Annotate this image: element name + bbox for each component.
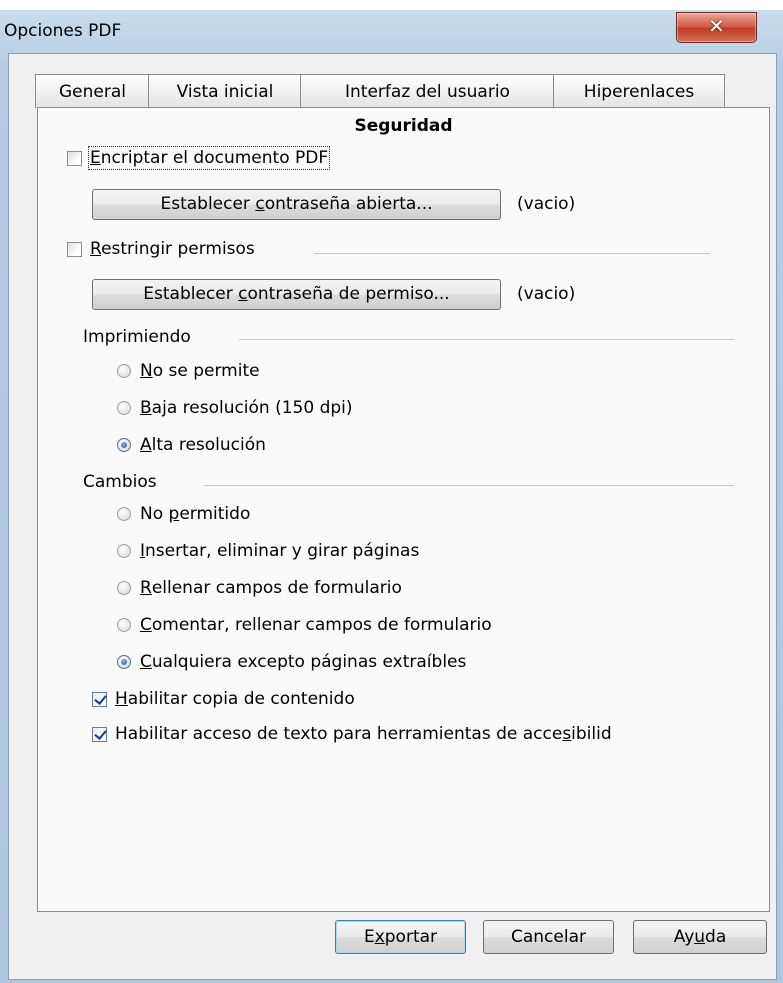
permission-password-status: (vacio) [517,284,576,304]
changes-option-fill-forms[interactable]: Rellenar campos de formulario [117,578,402,606]
cancel-button[interactable]: Cancelar [483,920,614,954]
close-button[interactable]: ✕ [676,12,757,43]
radio-icon[interactable] [117,364,131,378]
title-bar[interactable]: Opciones PDF ✕ [0,10,783,52]
radio-selected-icon[interactable] [117,655,131,669]
set-permission-password-button[interactable]: Establecer contraseña de permiso... [92,279,501,310]
export-button[interactable]: Exportar [335,920,466,954]
changes-option-insert-delete-rotate[interactable]: Insertar, eliminar y girar páginas [117,541,419,569]
changes-group-title: Cambios [83,472,157,492]
tab-seguridad[interactable]: Seguridad [38,108,769,144]
changes-separator [204,485,734,486]
changes-option-not-allowed[interactable]: No permitido [117,504,250,532]
checkbox-checked-icon[interactable] [92,691,107,707]
dialog-window: Opciones PDF ✕ General Vista inicial Int… [0,10,783,983]
radio-selected-icon[interactable] [117,438,131,452]
print-option-high-resolution[interactable]: Alta resolución [117,435,266,463]
tab-vista-inicial[interactable]: Vista inicial [148,74,302,108]
restrict-checkbox-label: Restringir permisos [90,239,255,259]
printing-separator [239,339,734,340]
radio-icon[interactable] [117,544,131,558]
encrypt-checkbox-label: Encriptar el documento PDF [87,146,331,170]
printing-group-title: Imprimiendo [83,327,191,347]
radio-icon[interactable] [117,401,131,415]
encrypt-checkbox[interactable]: Encriptar el documento PDF [67,146,331,176]
checkbox-checked-icon[interactable] [92,726,107,742]
tab-panel: Seguridad Encriptar el documento PDF Est… [37,107,770,912]
print-option-low-resolution[interactable]: Baja resolución (150 dpi) [117,398,353,426]
radio-icon[interactable] [117,581,131,595]
print-option-not-allowed[interactable]: No se permite [117,361,260,389]
radio-icon[interactable] [117,507,131,521]
restrict-permissions-checkbox[interactable]: Restringir permisos [67,239,255,267]
restrict-separator [314,253,710,254]
close-icon: ✕ [708,14,725,38]
encrypt-checkbox-box[interactable] [67,150,82,166]
set-open-password-button[interactable]: Establecer contraseña abierta... [92,189,501,220]
changes-option-comment-fill-forms[interactable]: Comentar, rellenar campos de formulario [117,615,492,643]
window-title: Opciones PDF [4,21,122,41]
tab-interfaz-del-usuario[interactable]: Interfaz del usuario [300,74,555,108]
help-button[interactable]: Ayuda [633,920,767,954]
tab-hiperenlaces[interactable]: Hiperenlaces [553,74,725,108]
enable-copy-checkbox[interactable]: Habilitar copia de contenido [92,689,355,717]
enable-accessibility-checkbox[interactable]: Habilitar acceso de texto para herramien… [92,724,769,752]
changes-option-any-except-extract[interactable]: Cualquiera excepto páginas extraíbles [117,652,466,680]
radio-icon[interactable] [117,618,131,632]
dialog-client-area: General Vista inicial Interfaz del usuar… [8,53,777,980]
tab-general[interactable]: General [35,74,150,108]
restrict-checkbox-box[interactable] [67,241,82,257]
open-password-status: (vacio) [517,194,576,214]
